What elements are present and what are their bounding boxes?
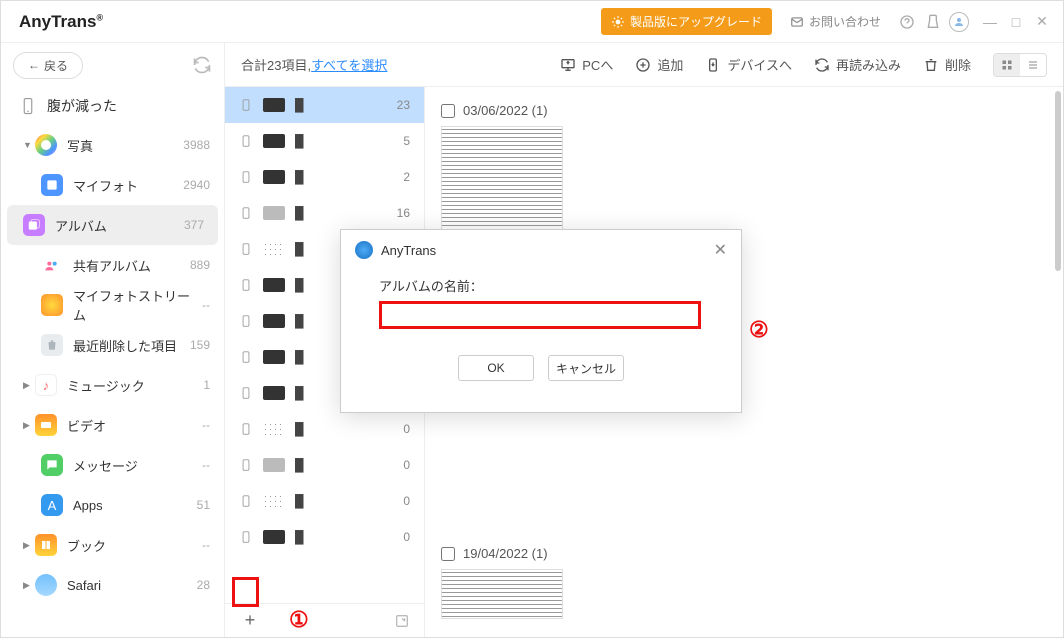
nav-music[interactable]: ▶♪ミュージック1 (1, 365, 224, 405)
reload-button[interactable]: 再読み込み (806, 51, 909, 78)
callout-1: ① (289, 607, 309, 633)
to-pc-button[interactable]: PCへ (552, 51, 621, 78)
app-brand: AnyTrans® (19, 12, 103, 32)
minimize-button[interactable]: — (979, 11, 1001, 33)
gift-icon[interactable] (921, 10, 945, 34)
nav-shared[interactable]: 共有アルバム889 (1, 245, 224, 285)
date-checkbox[interactable] (441, 104, 455, 118)
select-all-link[interactable]: すべてを選択 (311, 58, 387, 73)
album-row[interactable]: █0 (225, 411, 424, 447)
cancel-button[interactable]: キャンセル (548, 355, 624, 381)
dialog-title: AnyTrans (381, 243, 706, 258)
album-row[interactable]: █0 (225, 447, 424, 483)
grid-view-button[interactable] (994, 54, 1020, 76)
maximize-button[interactable]: □ (1005, 11, 1027, 33)
photo-thumbnail[interactable] (441, 569, 563, 619)
list-view-button[interactable] (1020, 54, 1046, 76)
account-icon[interactable] (947, 10, 971, 34)
help-icon[interactable] (895, 10, 919, 34)
back-button[interactable]: ← 戻る (13, 52, 83, 79)
date-header[interactable]: 19/04/2022 (1) (441, 546, 1047, 561)
album-name-label: アルバムの名前： (379, 276, 703, 295)
date-header[interactable]: 03/06/2022 (1) (441, 103, 1047, 118)
ok-button[interactable]: OK (458, 355, 534, 381)
add-album-button[interactable]: + (239, 610, 261, 632)
album-name-dialog: AnyTrans ✕ アルバムの名前： OK キャンセル (340, 229, 742, 413)
refresh-icon[interactable] (192, 55, 212, 75)
nav-stream[interactable]: マイフォトストリーム-- (1, 285, 224, 325)
callout-marker-1 (232, 577, 259, 607)
nav-myphoto[interactable]: マイフォト2940 (1, 165, 224, 205)
upgrade-button[interactable]: 製品版にアップグレード (601, 8, 772, 35)
nav-video[interactable]: ▶ビデオ-- (1, 405, 224, 445)
add-button[interactable]: 追加 (627, 51, 691, 78)
delete-button[interactable]: 削除 (915, 51, 979, 78)
album-row[interactable]: █0 (225, 519, 424, 555)
nav-book[interactable]: ▶ブック-- (1, 525, 224, 565)
callout-2: ② (749, 317, 769, 343)
dialog-close-button[interactable]: ✕ (714, 240, 727, 260)
date-checkbox[interactable] (441, 547, 455, 561)
album-row[interactable]: █2 (225, 159, 424, 195)
album-row[interactable]: █0 (225, 483, 424, 519)
album-row[interactable]: █16 (225, 195, 424, 231)
nav-photos[interactable]: ▼写真3988 (1, 125, 224, 165)
nav-messages[interactable]: メッセージ-- (1, 445, 224, 485)
contact-link[interactable]: お問い合わせ (790, 13, 881, 30)
to-device-button[interactable]: デバイスへ (697, 51, 800, 78)
close-button[interactable]: ✕ (1031, 11, 1053, 33)
nav-album[interactable]: アルバム377 (7, 205, 218, 245)
nav-apps[interactable]: AApps51 (1, 485, 224, 525)
album-name-input[interactable] (388, 304, 692, 326)
export-icon[interactable] (394, 613, 410, 629)
album-row[interactable]: █5 (225, 123, 424, 159)
scrollbar[interactable] (1055, 91, 1061, 271)
album-row[interactable]: █23 (225, 87, 424, 123)
nav-safari[interactable]: ▶Safari28 (1, 565, 224, 605)
summary-text: 合計23項目,すべてを選択 (241, 55, 387, 74)
app-logo-icon (355, 241, 373, 259)
device-row: 腹が減った (1, 87, 224, 125)
nav-trash[interactable]: 最近削除した項目159 (1, 325, 224, 365)
